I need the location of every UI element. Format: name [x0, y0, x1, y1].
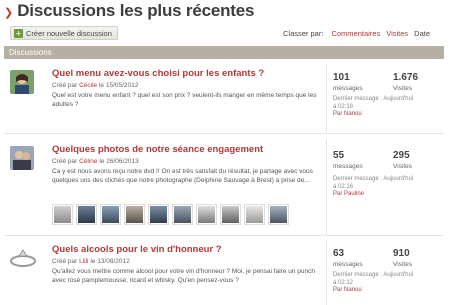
- topic-excerpt: Qu'allez vous mettre comme alcool pour v…: [52, 268, 315, 284]
- topic-meta: Créé par Céline le 26/06/2013: [52, 158, 322, 165]
- messages-label: messages: [333, 163, 363, 170]
- photo-thumbnail[interactable]: [244, 204, 265, 225]
- photo-thumbnail[interactable]: [76, 204, 97, 225]
- photo-thumbnail[interactable]: [172, 204, 193, 225]
- topic-date: le 13/08/2012: [90, 258, 130, 265]
- sort-comments-link[interactable]: Commentaires: [331, 29, 380, 38]
- last-message-label: Dernier message : Aujourd'hui: [333, 96, 414, 102]
- last-message: Dernier message : Aujourd'hui à 02:16 Pa…: [333, 176, 443, 199]
- last-message-author[interactable]: Par Pauline: [333, 191, 443, 199]
- topic-author[interactable]: Céline: [79, 158, 97, 165]
- created-prefix: Créé par: [52, 258, 78, 265]
- created-prefix: Créé par: [52, 158, 78, 165]
- topic-author[interactable]: Cécile: [79, 82, 97, 89]
- messages-label: messages: [333, 261, 363, 268]
- photo-thumbnail[interactable]: [196, 204, 217, 225]
- photo-thumbnail[interactable]: [268, 204, 289, 225]
- title-arrow-icon: ❯: [4, 6, 14, 19]
- messages-count: 55: [333, 150, 345, 161]
- topic-author[interactable]: Lilli: [79, 258, 88, 265]
- topic-excerpt: Ca y est nous avons reçu notre dvd !! On…: [52, 168, 313, 184]
- avatar[interactable]: [10, 70, 34, 94]
- visits-count: 295: [393, 150, 410, 161]
- visits-count: 910: [393, 248, 410, 259]
- photo-thumbnail[interactable]: [124, 204, 145, 225]
- last-message-time: à 02:18: [333, 103, 354, 110]
- avatar[interactable]: [8, 246, 38, 270]
- sort-visits-link[interactable]: Visites: [386, 29, 408, 38]
- topic-row: Quels alcools pour le vin d'honneur ? Cr…: [4, 240, 444, 305]
- section-header: Discussions: [4, 46, 444, 59]
- topic-title[interactable]: Quel menu avez-vous choisi pour les enfa…: [52, 68, 322, 79]
- last-message: Dernier message : Aujourd'hui à 02:12 Pa…: [333, 272, 443, 295]
- topic-excerpt: Quel est votre menu enfant ? quel est so…: [52, 92, 317, 108]
- photo-thumbnail[interactable]: [148, 204, 169, 225]
- messages-count: 63: [333, 248, 345, 259]
- created-prefix: Créé par: [52, 82, 78, 89]
- topic-stats: 101 messages 1.676 Visites Dernier messa…: [326, 64, 444, 133]
- topic-row: Quelques photos de notre séance engageme…: [4, 140, 444, 236]
- last-message-time: à 02:16: [333, 183, 354, 190]
- last-message: Dernier message : Aujourd'hui à 02:18 Pa…: [333, 96, 443, 119]
- topic-stats: 63 messages 910 Visites Dernier message …: [326, 240, 444, 305]
- topic-meta: Créé par Lilli le 13/08/2012: [52, 258, 322, 265]
- photo-thumbnail[interactable]: [52, 204, 73, 225]
- avatar[interactable]: [10, 146, 34, 170]
- last-message-author[interactable]: Par Nanou: [333, 287, 443, 295]
- topic-date: le 15/05/2012: [98, 82, 139, 89]
- sort-label: Classer par:: [283, 29, 324, 38]
- new-discussion-label: Créer nouvelle discussion: [26, 28, 112, 38]
- topic-meta: Créé par Cécile le 15/05/2012: [52, 82, 322, 89]
- plus-icon: +: [14, 28, 23, 38]
- visits-label: Visites: [393, 85, 413, 92]
- sort-date-link[interactable]: Date: [414, 29, 430, 38]
- last-message-author[interactable]: Par Nanou: [333, 111, 443, 119]
- last-message-time: à 02:12: [333, 279, 354, 286]
- topic-title[interactable]: Quels alcools pour le vin d'honneur ?: [52, 244, 322, 255]
- photo-thumbnails: [52, 204, 289, 225]
- visits-label: Visites: [393, 163, 413, 170]
- last-message-label: Dernier message : Aujourd'hui: [333, 176, 414, 182]
- messages-label: messages: [333, 85, 363, 92]
- page-title: Discussions les plus récentes: [17, 1, 255, 20]
- visits-count: 1.676: [393, 72, 419, 83]
- topic-date: le 26/06/2013: [99, 158, 139, 165]
- photo-thumbnail[interactable]: [220, 204, 241, 225]
- topic-title[interactable]: Quelques photos de notre séance engageme…: [52, 144, 322, 155]
- visits-label: Visites: [393, 261, 413, 268]
- sort-bar: Classer par: Commentaires Visites Date: [283, 29, 430, 38]
- topic-stats: 55 messages 295 Visites Dernier message …: [326, 140, 444, 235]
- messages-count: 101: [333, 72, 350, 83]
- topic-row: Quel menu avez-vous choisi pour les enfa…: [4, 64, 444, 134]
- new-discussion-button[interactable]: + Créer nouvelle discussion: [10, 26, 118, 40]
- page-header: ❯ Discussions les plus récentes: [4, 0, 254, 22]
- photo-thumbnail[interactable]: [100, 204, 121, 225]
- last-message-label: Dernier message : Aujourd'hui: [333, 272, 414, 278]
